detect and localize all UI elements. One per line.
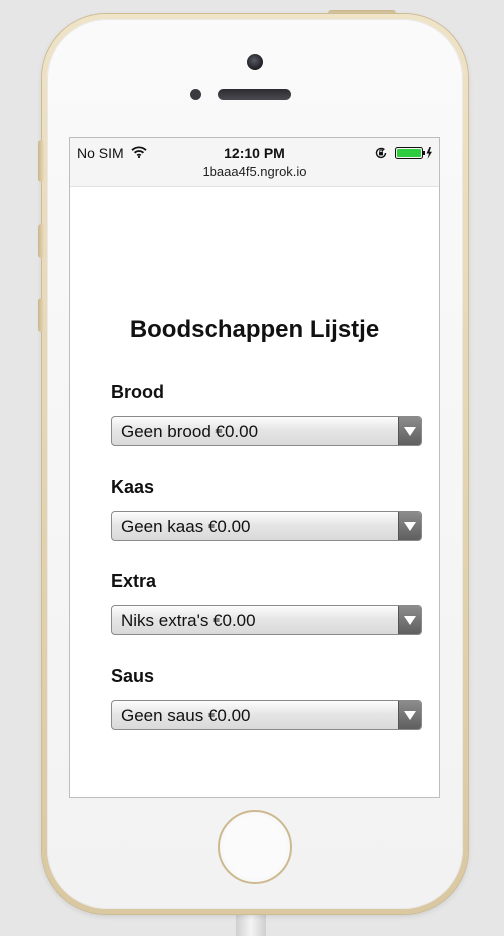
kaas-select[interactable]: Geen kaas €0.00 — [111, 511, 422, 541]
device-mockup: No SIM 12:10 PM 1baaa4f5.ngrok.io Boodsc… — [0, 0, 504, 936]
chevron-down-icon — [404, 427, 416, 436]
select-arrow[interactable] — [398, 701, 421, 729]
brood-select[interactable]: Geen brood €0.00 — [111, 416, 422, 446]
address-url[interactable]: 1baaa4f5.ngrok.io — [70, 164, 439, 179]
mute-switch — [38, 140, 44, 182]
earpiece-speaker — [218, 89, 291, 100]
home-button[interactable] — [218, 810, 292, 884]
select-arrow[interactable] — [398, 606, 421, 634]
extra-select[interactable]: Niks extra's €0.00 — [111, 605, 422, 635]
select-arrow[interactable] — [398, 417, 421, 445]
field-label-saus: Saus — [111, 666, 155, 686]
battery-charging-icon — [395, 147, 432, 159]
chevron-down-icon — [404, 522, 416, 531]
field-label-kaas: Kaas — [111, 477, 155, 497]
saus-select-value: Geen saus €0.00 — [121, 706, 251, 725]
brood-select-value: Geen brood €0.00 — [121, 422, 259, 441]
saus-select[interactable]: Geen saus €0.00 — [111, 700, 422, 730]
volume-down-button — [38, 298, 44, 332]
field-label-extra: Extra — [111, 571, 157, 591]
screen: No SIM 12:10 PM 1baaa4f5.ngrok.io Boodsc… — [69, 137, 440, 798]
volume-up-button — [38, 224, 44, 258]
status-bar: No SIM 12:10 PM 1baaa4f5.ngrok.io — [70, 138, 439, 187]
kaas-select-value: Geen kaas €0.00 — [121, 517, 251, 536]
proximity-sensor — [190, 89, 201, 100]
page-title: Boodschappen Lijstje — [129, 316, 380, 343]
chevron-down-icon — [404, 711, 416, 720]
rotation-lock-icon — [375, 147, 387, 159]
field-label-brood: Brood — [111, 382, 164, 402]
extra-select-value: Niks extra's €0.00 — [121, 611, 256, 630]
select-arrow[interactable] — [398, 512, 421, 540]
front-camera — [247, 54, 263, 70]
chevron-down-icon — [404, 616, 416, 625]
